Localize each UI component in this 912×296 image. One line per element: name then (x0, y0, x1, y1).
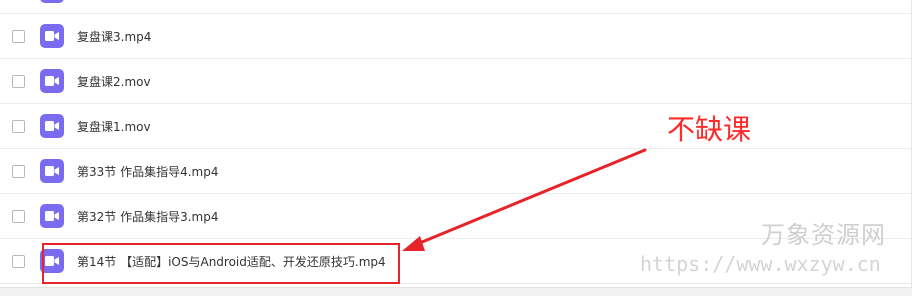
video-file-icon (40, 69, 64, 93)
file-row[interactable]: 第33节 作品集指导4.mp4 (0, 150, 911, 194)
file-name[interactable]: 第32节 作品集指导3.mp4 (77, 195, 218, 239)
watermark-url: https://www.wxzyw.cn (640, 252, 881, 276)
row-checkbox[interactable] (12, 165, 25, 178)
row-checkbox[interactable] (12, 75, 25, 88)
video-file-icon (40, 114, 64, 138)
video-file-icon (40, 159, 64, 183)
row-checkbox[interactable] (12, 30, 25, 43)
list-footer (0, 287, 912, 296)
row-checkbox[interactable] (12, 120, 25, 133)
file-row[interactable]: 复盘课1.mov (0, 105, 911, 149)
watermark-title: 万象资源网 (761, 221, 886, 249)
video-file-icon (40, 24, 64, 48)
file-name[interactable]: 复盘课2.mov (77, 60, 151, 104)
video-file-icon (40, 204, 64, 228)
file-name[interactable]: 复盘课3.mp4 (77, 15, 151, 59)
file-row[interactable]: 复盘课2.mov (0, 60, 911, 104)
video-file-icon (40, 249, 64, 273)
file-name[interactable]: 第33节 作品集指导4.mp4 (77, 150, 218, 194)
file-row[interactable]: 复盘课3.mp4 (0, 15, 911, 59)
file-name[interactable]: 复盘课1.mov (77, 105, 151, 149)
file-name[interactable]: 第14节 【适配】iOS与Android适配、开发还原技巧.mp4 (77, 240, 386, 284)
row-checkbox[interactable] (12, 255, 25, 268)
row-checkbox[interactable] (12, 210, 25, 223)
annotation-label: 不缺课 (667, 113, 752, 146)
video-file-icon (40, 0, 64, 3)
file-row[interactable] (0, 0, 911, 14)
